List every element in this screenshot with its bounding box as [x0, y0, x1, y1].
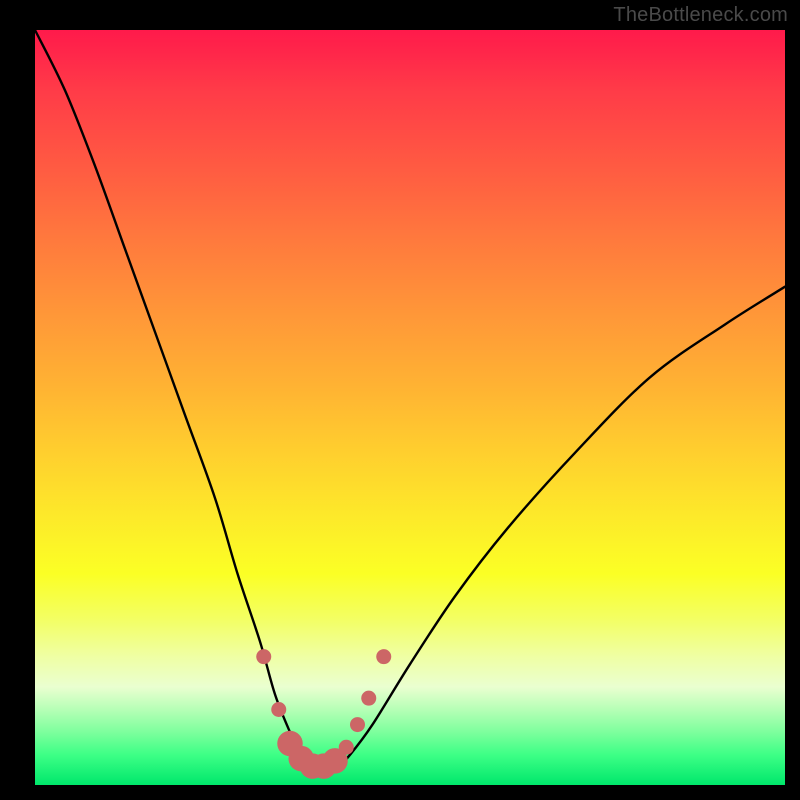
curve-marker	[339, 740, 354, 755]
bottleneck-curve-line	[35, 30, 785, 774]
marker-group	[256, 649, 391, 779]
chart-plot-area	[35, 30, 785, 785]
watermark-text: TheBottleneck.com	[613, 4, 788, 27]
curve-marker	[350, 717, 365, 732]
curve-marker	[376, 649, 391, 664]
curve-marker	[271, 702, 286, 717]
curve-marker	[256, 649, 271, 664]
curve-marker	[361, 691, 376, 706]
bottleneck-chart-svg	[35, 30, 785, 785]
outer-frame: TheBottleneck.com	[0, 0, 800, 800]
